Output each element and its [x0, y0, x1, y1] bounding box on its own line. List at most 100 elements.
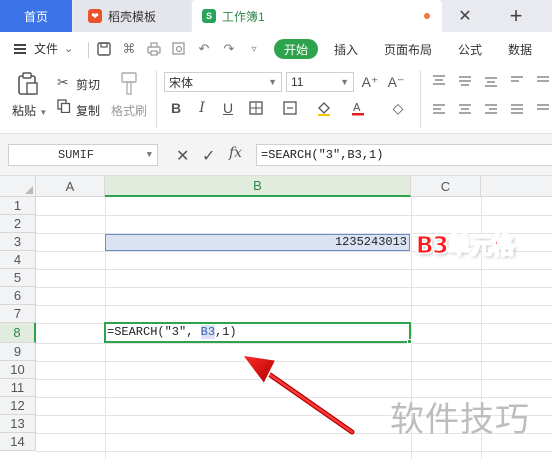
align-center-icon[interactable]	[458, 102, 472, 118]
menu-tab-page-layout[interactable]: 页面布局	[384, 39, 432, 59]
copy-button[interactable]: 复制	[76, 102, 100, 119]
decrease-font-size-button[interactable]: A⁻	[384, 72, 408, 92]
column-header-a[interactable]: A	[36, 176, 105, 197]
paste-icon[interactable]	[17, 72, 39, 99]
scissors-icon[interactable]: ✂	[57, 74, 69, 91]
ribbon-toolbar: 粘贴 ▼ ✂ 剪切 复制 格式刷 宋体 ▼ 11 ▼ A⁺ A⁻ B I U A…	[0, 66, 552, 134]
font-color-icon[interactable]: A	[346, 98, 370, 118]
orientation-icon[interactable]	[536, 74, 550, 90]
column-header-d[interactable]	[481, 176, 552, 197]
align-right-icon[interactable]	[484, 102, 498, 118]
row-header-12[interactable]: 12	[0, 397, 36, 415]
column-header-b[interactable]: B	[105, 176, 411, 197]
fill-handle[interactable]	[407, 339, 412, 344]
export-pdf-icon[interactable]: ⌘	[120, 40, 138, 58]
undo-icon[interactable]: ↶	[195, 40, 213, 58]
merge-cells-icon[interactable]	[278, 98, 302, 118]
row-header-1[interactable]: 1	[0, 197, 36, 215]
watermark-text: 软件技巧	[390, 400, 530, 440]
cell-b8-reference: B3	[200, 325, 216, 339]
tab-docer-label: 稻壳模板	[108, 9, 157, 24]
row-header-9[interactable]: 9	[0, 343, 36, 361]
row-header-5[interactable]: 5	[0, 269, 36, 287]
chevron-down-icon: ⌄	[64, 43, 74, 55]
font-size-select[interactable]: 11 ▼	[286, 72, 354, 92]
print-icon[interactable]	[145, 40, 163, 58]
confirm-icon[interactable]: ✓	[202, 146, 215, 166]
insert-function-icon[interactable]: fx	[229, 145, 242, 161]
font-name-value: 宋体	[169, 75, 194, 90]
close-tab-icon[interactable]: ✕	[455, 0, 475, 32]
cell-b3[interactable]: 1235243013	[105, 234, 410, 251]
wrap-text-icon[interactable]	[510, 74, 524, 90]
svg-text:A: A	[353, 101, 361, 114]
docer-logo-icon: ❤	[88, 9, 102, 23]
paste-button[interactable]: 粘贴 ▼	[12, 102, 47, 119]
paste-label: 粘贴	[12, 104, 37, 118]
cancel-icon[interactable]: ✕	[176, 146, 189, 166]
gridline	[36, 361, 552, 362]
formula-bar: SUMIF ▼ ✕ ✓ fx =SEARCH(″3″,B3,1)	[0, 134, 552, 176]
bold-button[interactable]: B	[164, 98, 188, 118]
align-top-icon[interactable]	[432, 74, 446, 90]
fill-color-icon[interactable]	[312, 98, 336, 118]
menu-tab-insert[interactable]: 插入	[334, 39, 358, 59]
row-header-8[interactable]: 8	[0, 323, 36, 343]
font-name-select[interactable]: 宋体 ▼	[164, 72, 282, 92]
column-header-c[interactable]: C	[411, 176, 481, 197]
row-header-2[interactable]: 2	[0, 215, 36, 233]
gridline	[36, 215, 552, 216]
menu-tab-formulas[interactable]: 公式	[458, 39, 482, 59]
align-left-icon[interactable]	[432, 102, 446, 118]
gridline	[36, 287, 552, 288]
cut-button[interactable]: 剪切	[76, 76, 100, 93]
file-menu[interactable]: 文件 ⌄	[14, 40, 73, 57]
tab-workbook-label: 工作簿1	[222, 9, 265, 24]
row-header-11[interactable]: 11	[0, 379, 36, 397]
row-header-7[interactable]: 7	[0, 305, 36, 323]
underline-button[interactable]: U	[216, 98, 240, 118]
quick-access-dropdown-icon[interactable]: ▿	[245, 40, 263, 58]
tab-bar: 首页 ❤ 稻壳模板 S 工作簿1 ✕ +	[0, 0, 552, 32]
cell-b8-active-editor[interactable]: =SEARCH(″3″, B3,1)	[104, 322, 411, 343]
select-all-corner[interactable]	[0, 176, 36, 197]
redo-icon[interactable]: ↷	[220, 40, 238, 58]
row-header-3[interactable]: 3	[0, 233, 36, 251]
format-painter-icon[interactable]	[118, 72, 140, 99]
chevron-down-icon: ▼	[268, 77, 277, 87]
justify-icon[interactable]	[510, 102, 524, 118]
tab-home[interactable]: 首页	[0, 0, 72, 32]
increase-font-size-button[interactable]: A⁺	[358, 72, 382, 92]
print-preview-icon[interactable]	[170, 40, 188, 58]
clear-format-icon[interactable]: ◇	[386, 98, 410, 118]
hamburger-icon	[14, 43, 26, 54]
select-all-triangle-icon	[25, 186, 33, 194]
gridline	[36, 379, 552, 380]
chevron-down-icon: ▼	[146, 150, 152, 160]
save-icon[interactable]	[95, 40, 113, 58]
row-header-14[interactable]: 14	[0, 433, 36, 451]
row-header-13[interactable]: 13	[0, 415, 36, 433]
font-size-value: 11	[291, 75, 304, 89]
italic-button[interactable]: I	[190, 98, 214, 118]
borders-icon[interactable]	[244, 98, 268, 118]
tab-workbook[interactable]: S 工作簿1	[192, 0, 442, 32]
row-header-10[interactable]: 10	[0, 361, 36, 379]
format-painter-button[interactable]: 格式刷	[111, 102, 147, 119]
align-bottom-icon[interactable]	[484, 74, 498, 90]
distributed-align-icon[interactable]	[536, 102, 550, 118]
new-tab-button[interactable]: +	[506, 0, 526, 32]
tab-home-label: 首页	[23, 9, 48, 24]
formula-input[interactable]: =SEARCH(″3″,B3,1)	[256, 144, 552, 166]
name-box[interactable]: SUMIF ▼	[8, 144, 158, 166]
align-middle-icon[interactable]	[458, 74, 472, 90]
row-header-6[interactable]: 6	[0, 287, 36, 305]
divider	[420, 70, 421, 128]
tab-docer-templates[interactable]: ❤ 稻壳模板	[74, 0, 190, 32]
copy-icon[interactable]	[57, 99, 71, 116]
menu-tab-data[interactable]: 数据	[508, 39, 532, 59]
spreadsheet-doc-icon: S	[202, 9, 216, 23]
row-header-4[interactable]: 4	[0, 251, 36, 269]
menu-tab-home[interactable]: 开始	[274, 39, 319, 59]
divider	[156, 70, 157, 128]
